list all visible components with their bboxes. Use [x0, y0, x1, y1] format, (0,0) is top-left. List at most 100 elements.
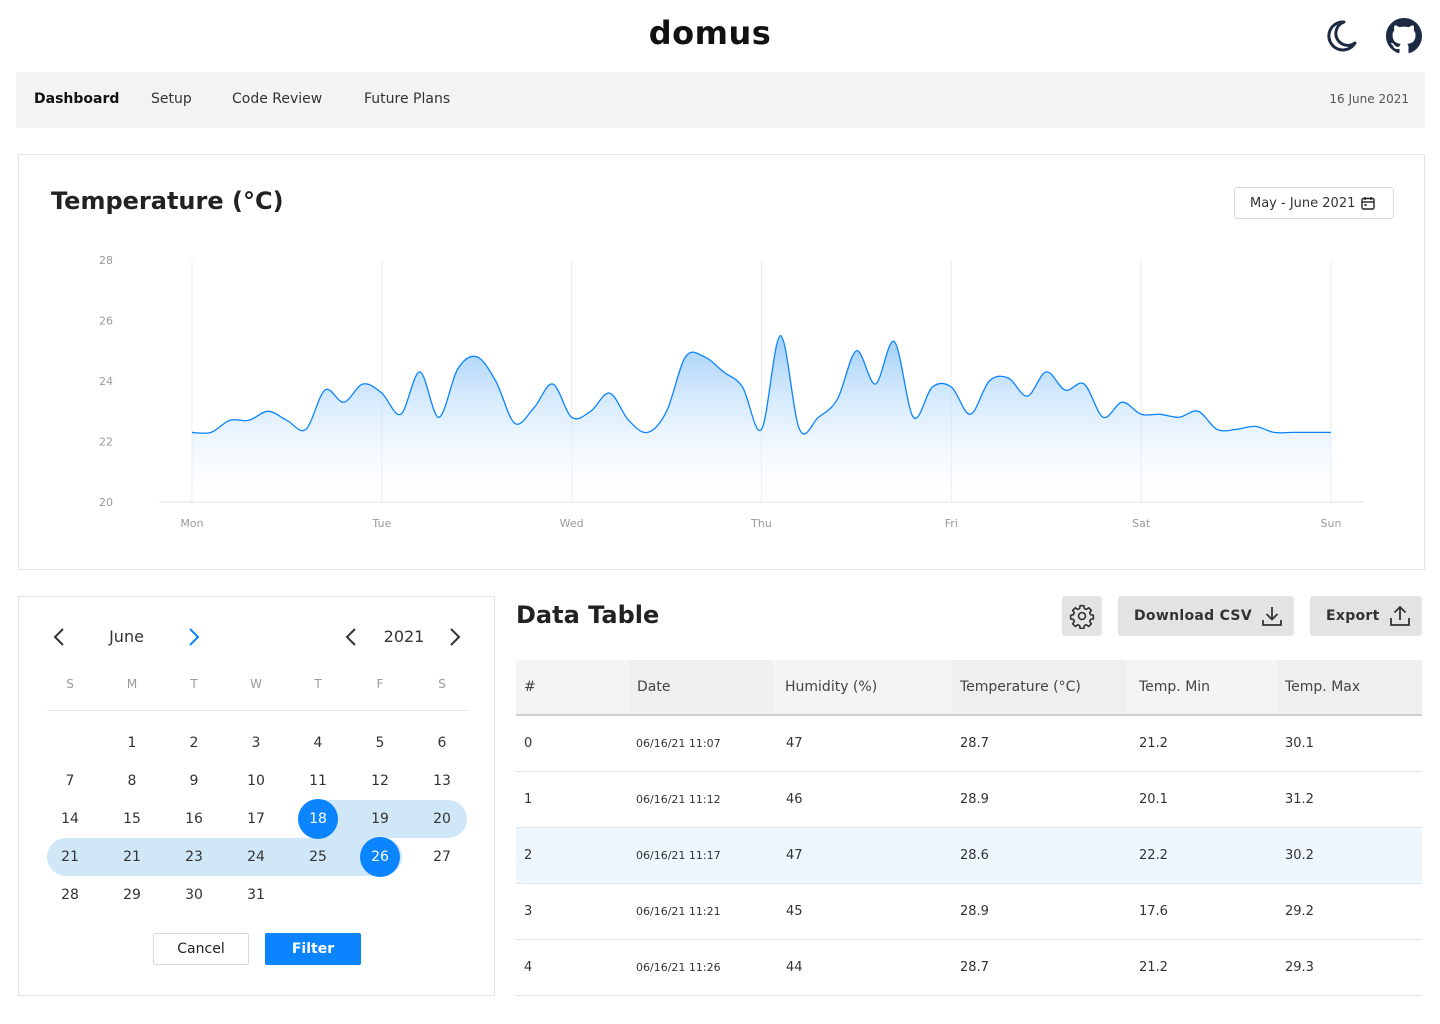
- calendar-day[interactable]: 25: [298, 837, 338, 877]
- nav-item-code-review[interactable]: Code Review: [232, 91, 322, 107]
- column-header-temp-min[interactable]: Temp. Min: [1131, 660, 1271, 714]
- data-point: [893, 340, 896, 343]
- temperature-chart-card: Temperature (°C) May - June 2021 Mon Tue W…: [18, 154, 1425, 570]
- calendar-day[interactable]: 12: [360, 761, 400, 801]
- export-button[interactable]: Export: [1310, 596, 1422, 636]
- data-point: [1311, 431, 1314, 434]
- calendar-day[interactable]: 15: [112, 799, 152, 839]
- cell-humidity: 44: [786, 960, 803, 975]
- data-point: [191, 431, 194, 434]
- calendar-day[interactable]: 21: [112, 837, 152, 877]
- calendar-day[interactable]: 11: [298, 761, 338, 801]
- filter-button[interactable]: Filter: [265, 933, 361, 965]
- calendar-day[interactable]: 4: [298, 723, 338, 763]
- calendar-day[interactable]: 2: [174, 723, 214, 763]
- data-point: [1330, 431, 1333, 434]
- data-point: [1235, 428, 1238, 431]
- calendar-day[interactable]: 17: [236, 799, 276, 839]
- data-point: [1292, 431, 1295, 434]
- download-icon: [1262, 607, 1282, 626]
- calendar-day[interactable]: 19: [360, 799, 400, 839]
- next-year-button[interactable]: [443, 621, 467, 653]
- data-point: [532, 407, 535, 410]
- prev-month-button[interactable]: [47, 621, 71, 653]
- chevron-right-icon: [450, 628, 461, 646]
- data-point: [304, 428, 307, 431]
- calendar-day[interactable]: 31: [236, 875, 276, 915]
- data-point: [228, 419, 231, 422]
- data-point: [646, 431, 649, 434]
- calendar-day[interactable]: 5: [360, 723, 400, 763]
- calendar-day[interactable]: 20: [422, 799, 462, 839]
- calendar-day[interactable]: 3: [236, 723, 276, 763]
- cancel-button[interactable]: Cancel: [153, 933, 249, 965]
- data-point: [798, 428, 801, 431]
- column-header-humidity[interactable]: Humidity (%): [777, 660, 947, 714]
- calendar-day[interactable]: 27: [422, 837, 462, 877]
- calendar-day[interactable]: 29: [112, 875, 152, 915]
- github-icon[interactable]: [1384, 16, 1424, 56]
- date-range-calendar: June 2021 1 2 3 4 5 6 7 8 9 10 11 12 13 14 15 16 17 18 19 2…: [18, 596, 495, 996]
- column-header-temperature[interactable]: Temperature (°C): [952, 660, 1126, 714]
- calendar-day[interactable]: 10: [236, 761, 276, 801]
- selected-range-band: [47, 838, 402, 876]
- table-settings-button[interactable]: [1062, 596, 1102, 636]
- x-tick-label: Tue: [371, 517, 391, 530]
- calendar-day[interactable]: 6: [422, 723, 462, 763]
- weekday-header: W: [250, 677, 262, 691]
- calendar-day[interactable]: 24: [236, 837, 276, 877]
- x-tick-label: Thu: [750, 517, 772, 530]
- calendar-day[interactable]: 1: [112, 723, 152, 763]
- table-row[interactable]: 2 06/16/21 11:17 47 28.6 22.2 30.2: [516, 828, 1422, 884]
- calendar-day[interactable]: 9: [174, 761, 214, 801]
- data-point: [513, 422, 516, 425]
- table-header: # Date Humidity (%) Temperature (°C) Tem…: [516, 660, 1422, 716]
- calendar-day[interactable]: 23: [174, 837, 214, 877]
- table-row[interactable]: 0 06/16/21 11:07 47 28.7 21.2 30.1: [516, 716, 1422, 772]
- column-header-date[interactable]: Date: [629, 660, 773, 714]
- table-row[interactable]: 1 06/16/21 11:12 46 28.9 20.1 31.2: [516, 772, 1422, 828]
- data-point: [1178, 416, 1181, 419]
- cell-temp-max: 30.1: [1285, 736, 1314, 751]
- data-point: [475, 355, 478, 358]
- prev-year-button[interactable]: [339, 621, 363, 653]
- data-point: [874, 383, 877, 386]
- calendar-day[interactable]: 8: [112, 761, 152, 801]
- x-tick-label: Wed: [560, 517, 584, 530]
- data-point: [665, 410, 668, 413]
- cell-temperature: 28.7: [960, 960, 989, 975]
- table-row[interactable]: 3 06/16/21 11:21 45 28.9 17.6 29.2: [516, 884, 1422, 940]
- nav-item-dashboard[interactable]: Dashboard: [34, 91, 119, 107]
- calendar-day[interactable]: 7: [50, 761, 90, 801]
- x-tick-label: Mon: [180, 517, 203, 530]
- data-point: [1273, 431, 1276, 434]
- next-month-button[interactable]: [182, 621, 206, 653]
- nav-item-setup[interactable]: Setup: [151, 91, 192, 107]
- calendar-day[interactable]: 21: [50, 837, 90, 877]
- calendar-day[interactable]: 16: [174, 799, 214, 839]
- calendar-day[interactable]: 14: [50, 799, 90, 839]
- calendar-day[interactable]: 13: [422, 761, 462, 801]
- column-header-index[interactable]: #: [516, 660, 626, 714]
- calendar-day-selected[interactable]: 18: [298, 799, 338, 839]
- calendar-day-selected[interactable]: 26: [360, 837, 400, 877]
- weekday-header: T: [314, 677, 322, 691]
- data-point: [418, 370, 421, 373]
- x-tick-label: Sat: [1132, 517, 1151, 530]
- data-point: [1159, 413, 1162, 416]
- calendar-day[interactable]: 30: [174, 875, 214, 915]
- table-row[interactable]: 4 06/16/21 11:26 44 28.7 21.2 29.3: [516, 940, 1422, 996]
- data-point: [1140, 413, 1143, 416]
- data-point: [589, 410, 592, 413]
- calendar-day[interactable]: 28: [50, 875, 90, 915]
- data-point: [266, 410, 269, 413]
- nav-item-future-plans[interactable]: Future Plans: [364, 91, 450, 107]
- moon-icon[interactable]: [1320, 16, 1360, 56]
- calendar-year: 2021: [383, 627, 425, 646]
- column-header-temp-max[interactable]: Temp. Max: [1277, 660, 1422, 714]
- download-csv-button[interactable]: Download CSV: [1118, 596, 1294, 636]
- cell-temperature: 28.9: [960, 792, 989, 807]
- cell-temp-min: 21.2: [1139, 736, 1168, 751]
- cell-humidity: 46: [786, 792, 803, 807]
- data-point: [817, 416, 820, 419]
